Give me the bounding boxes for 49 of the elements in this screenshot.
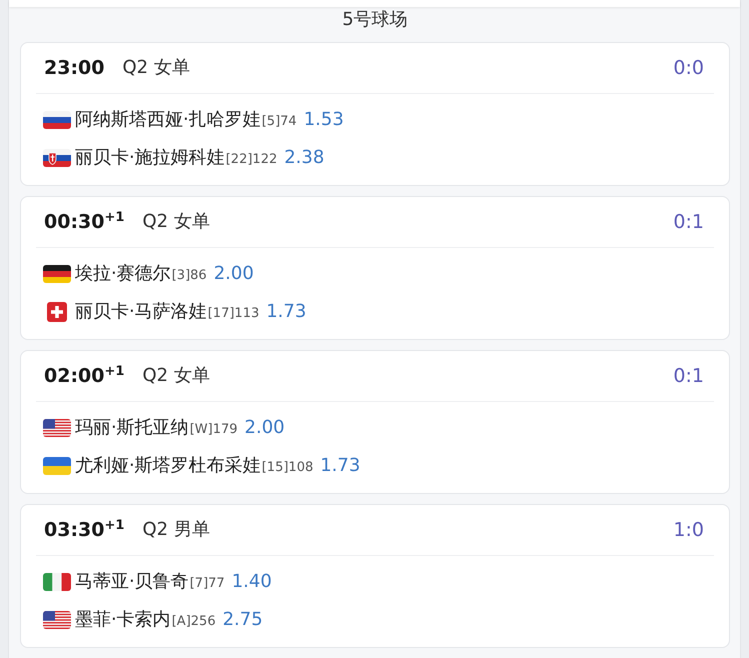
player-name: 玛丽·斯托亚纳 <box>75 419 189 437</box>
player-odds: 1.53 <box>304 111 344 129</box>
match-card[interactable]: 02:00$^{+1}$ Q2 女单 0:1 玛丽·斯托亚纳[W]179 2.00 尤利娅·斯塔罗杜布采娃[15]108 1.73 <box>20 350 730 494</box>
match-score: 0:0 <box>673 58 704 78</box>
match-round: Q2 女单 <box>142 367 210 386</box>
match-round: Q2 男单 <box>142 521 210 540</box>
player-name: 马蒂亚·贝鲁奇 <box>75 573 189 591</box>
match-card[interactable]: 23:00 Q2 女单 0:0 阿纳斯塔西娅·扎哈罗娃[5]74 1.53 丽贝卡·施拉姆科娃[22]122 2.38 <box>20 42 730 186</box>
player-odds: 1.73 <box>266 303 306 321</box>
match-score: 1:0 <box>673 520 704 540</box>
flag-icon <box>43 573 71 591</box>
player-seed-rank: [7]77 <box>190 575 225 590</box>
match-score: 0:1 <box>673 212 704 232</box>
flag-icon <box>43 419 71 437</box>
flag-icon <box>43 265 71 283</box>
flag-icon <box>43 457 71 475</box>
match-time: 03:30$^{+1}$ <box>44 520 124 540</box>
player-name: 阿纳斯塔西娅·扎哈罗娃 <box>75 111 261 129</box>
player-name: 尤利娅·斯塔罗杜布采娃 <box>75 457 261 475</box>
flag-icon <box>43 611 71 629</box>
match-time: 23:00 <box>44 58 104 78</box>
court-title: 5号球场 <box>342 11 408 30</box>
match-score: 0:1 <box>673 366 704 386</box>
player-name: 丽贝卡·施拉姆科娃 <box>75 149 225 167</box>
match-time: 00:30$^{+1}$ <box>44 212 124 232</box>
player-odds: 2.75 <box>222 611 263 629</box>
flag-icon <box>47 302 67 322</box>
player-name: 丽贝卡·马萨洛娃 <box>75 303 207 321</box>
match-card[interactable]: 00:30$^{+1}$ Q2 女单 0:1 埃拉·赛德尔[3]86 2.00 丽贝卡·马萨洛娃[17]113 1.73 <box>20 196 730 340</box>
match-card[interactable]: 03:30$^{+1}$ Q2 男单 1:0 马蒂亚·贝鲁奇[7]77 1.40 墨菲·卡索内[A]256 2.75 <box>20 504 730 648</box>
player-seed-rank: [W]179 <box>190 421 238 436</box>
match-round: Q2 女单 <box>122 59 190 78</box>
player-name: 埃拉·赛德尔 <box>75 265 171 283</box>
match-round: Q2 女单 <box>142 213 210 232</box>
player-seed-rank: [5]74 <box>262 113 297 128</box>
player-seed-rank: [3]86 <box>172 267 207 282</box>
player-odds: 1.40 <box>232 573 272 591</box>
player-name: 墨菲·卡索内 <box>75 611 171 629</box>
player-odds: 2.00 <box>214 265 254 283</box>
flag-icon <box>43 111 71 129</box>
player-seed-rank: [22]122 <box>226 151 278 166</box>
player-odds: 1.73 <box>320 457 360 475</box>
match-time: 02:00$^{+1}$ <box>44 366 124 386</box>
player-seed-rank: [A]256 <box>172 613 216 628</box>
player-odds: 2.00 <box>244 419 285 437</box>
flag-icon <box>43 149 71 167</box>
player-seed-rank: [15]108 <box>262 459 314 474</box>
player-odds: 2.38 <box>284 149 324 167</box>
player-seed-rank: [17]113 <box>208 305 260 320</box>
